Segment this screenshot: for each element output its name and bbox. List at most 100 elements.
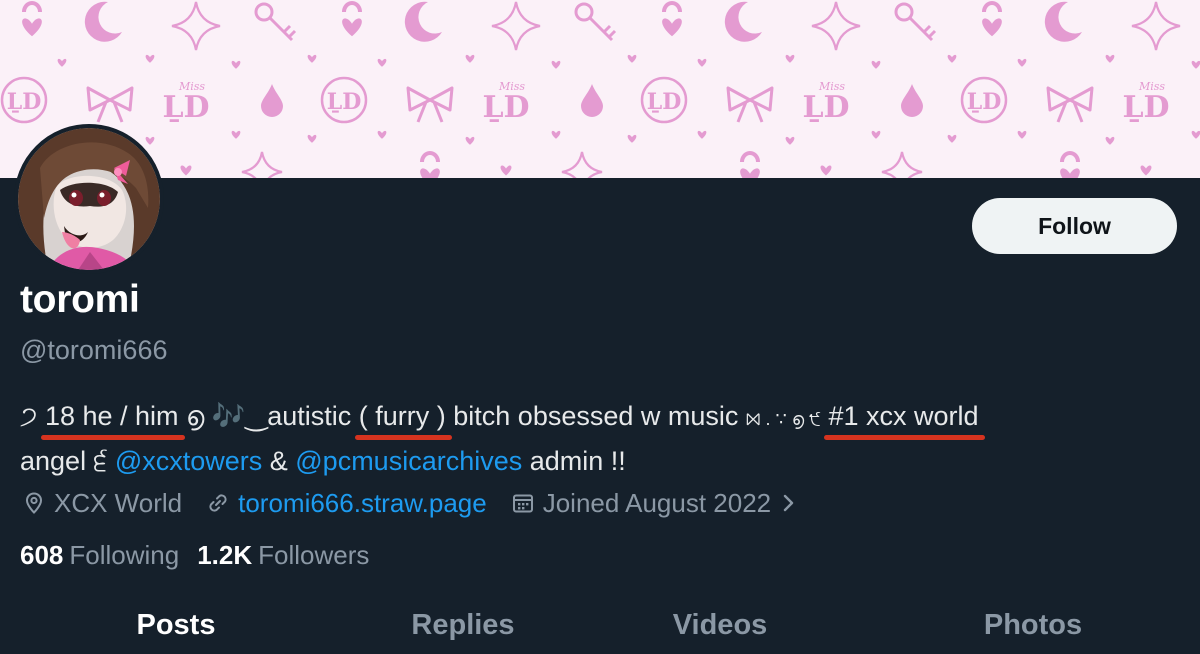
monogram-motif: ḺDMiss [162, 80, 209, 125]
heart-motif [22, 18, 42, 37]
bow-motif [726, 86, 774, 123]
heart-motif [785, 54, 795, 63]
monogram-motif: ḺD [640, 76, 688, 124]
monogram-motif: ḺD [960, 76, 1008, 124]
mention-link-xcxtowers[interactable]: @xcxtowers [115, 446, 262, 476]
svg-text:Miss: Miss [818, 80, 845, 93]
monogram-motif: ḺDMiss [1122, 80, 1169, 125]
bio-decoration: ⨝ . ∵ ൭ ੯ [745, 409, 821, 429]
display-name: toromi [20, 278, 140, 321]
heart-motif [820, 165, 832, 176]
chevron-right-icon [783, 494, 794, 512]
bio-text: ൭ 🎶‿ [178, 401, 268, 431]
svg-text:ḺD: ḺD [967, 89, 1002, 115]
moon-motif [404, 1, 442, 42]
joined-date[interactable]: Joined August 2022 [511, 488, 799, 519]
profile-banner[interactable]: ḺDḺDMissḺDḺDMissḺDḺDMissḺDḺDMissḺDḺDMiss… [0, 0, 1200, 178]
joined-text: Joined August 2022 [542, 487, 772, 518]
heart-lock-motif [420, 151, 440, 178]
heart-motif [551, 60, 561, 69]
heart-motif [57, 58, 67, 67]
heart-motif [871, 130, 881, 139]
heart-motif [662, 18, 682, 37]
heart-motif [627, 54, 637, 63]
heart-motif [231, 60, 241, 69]
heart-motif [871, 60, 881, 69]
bio-text: admin !! [522, 446, 626, 476]
monogram-motif: ḺDMiss [482, 80, 529, 125]
heart-lock-motif [662, 1, 682, 37]
heart-motif [465, 136, 475, 145]
sparkle-motif [491, 1, 541, 51]
svg-text:ḺD: ḺD [1122, 90, 1169, 125]
svg-text:ḺD: ḺD [7, 89, 42, 115]
drop-motif [581, 84, 603, 117]
moon-motif [84, 1, 122, 42]
bio-line-1: ੭ 18 he / him ൭ 🎶‿autistic ( furry ) bit… [20, 395, 1180, 440]
profile-tabs: Posts Replies Videos Photos [0, 596, 1200, 654]
calendar-icon [512, 494, 533, 513]
heart-motif [465, 54, 475, 63]
website-link[interactable]: toromi666.straw.page [238, 488, 487, 519]
avatar[interactable] [14, 124, 164, 274]
heart-motif [180, 165, 192, 176]
following-stat[interactable]: 608 Following [20, 540, 179, 571]
monogram-motif: ḺDMiss [802, 80, 849, 125]
website[interactable]: toromi666.straw.page [206, 488, 487, 519]
avatar-image [18, 128, 160, 270]
tab-replies[interactable]: Replies [352, 596, 574, 654]
heart-motif [1060, 168, 1080, 178]
heart-motif [947, 134, 957, 143]
sparkle-motif [811, 1, 861, 51]
link-icon [209, 494, 227, 512]
profile-meta: XCX World toromi666.straw.page Joined Au… [22, 485, 823, 521]
heart-lock-motif [22, 1, 42, 37]
tab-videos[interactable]: Videos [574, 596, 866, 654]
heart-motif [785, 136, 795, 145]
heart-motif [231, 130, 241, 139]
bow-motif [406, 86, 454, 123]
heart-motif [982, 18, 1002, 37]
bio-text: bitch obsessed w music [445, 401, 746, 431]
bio-furry: ( furry ) [354, 395, 452, 440]
bio-text: & [262, 446, 296, 476]
drop-motif [901, 84, 923, 117]
sparkle-motif [171, 1, 221, 51]
bow-motif [1046, 86, 1094, 123]
heart-motif [500, 165, 512, 176]
key-motif [894, 2, 937, 42]
heart-motif [420, 168, 440, 178]
sparkle-motif [241, 151, 283, 178]
monogram-motif: ḺD [0, 76, 48, 124]
tab-posts[interactable]: Posts [0, 596, 352, 654]
bow-motif [86, 86, 134, 123]
heart-motif [342, 18, 362, 37]
heart-motif [1191, 130, 1200, 139]
heart-lock-motif [740, 151, 760, 178]
heart-lock-motif [982, 1, 1002, 37]
heart-motif [697, 58, 707, 67]
following-count: 608 [20, 540, 64, 570]
heart-motif [307, 54, 317, 63]
heart-motif [145, 136, 155, 145]
heart-motif [145, 54, 155, 63]
sparkle-motif [1131, 1, 1181, 51]
svg-text:ḺD: ḺD [327, 89, 362, 115]
svg-text:Miss: Miss [1138, 80, 1165, 93]
tab-photos[interactable]: Photos [866, 596, 1200, 654]
mention-link-pcmusicarchives[interactable]: @pcmusicarchives [295, 446, 522, 476]
location: XCX World [22, 488, 182, 519]
heart-motif [377, 58, 387, 67]
heart-motif [307, 134, 317, 143]
sparkle-motif [881, 151, 923, 178]
bio-text: ੭ [20, 401, 38, 431]
heart-motif [1017, 130, 1027, 139]
moon-motif [1044, 1, 1082, 42]
moon-motif [724, 1, 762, 42]
followers-stat[interactable]: 1.2K Followers [197, 540, 369, 571]
heart-motif [1140, 165, 1152, 176]
follow-button[interactable]: Follow [972, 198, 1177, 254]
svg-text:Miss: Miss [178, 80, 205, 93]
heart-lock-motif [1060, 151, 1080, 178]
heart-motif [1105, 136, 1115, 145]
